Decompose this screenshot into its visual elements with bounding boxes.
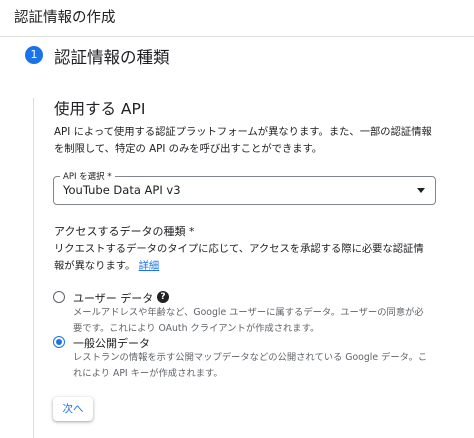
option-desc-public-data: レストランの情報を示す公開マップデータなどの公開されている Google データ… (73, 352, 428, 379)
api-section-description: API によって使用する認証プラットフォームが異なります。また、一部の認証情報 … (54, 126, 432, 155)
help-circle-icon[interactable]: ? (157, 291, 169, 303)
api-select-label: API を選択 * (60, 170, 115, 182)
api-select[interactable]: API を選択 * YouTube Data API v3 (53, 170, 436, 205)
page-title: 認証情報の作成 (14, 10, 116, 26)
learn-more-link[interactable]: 詳細 (139, 260, 160, 272)
dropdown-caret-icon (417, 188, 425, 193)
api-section-title: 使用する API (54, 100, 146, 118)
option-label-user-data: ユーザー データ (73, 292, 154, 305)
data-type-description: リクエストするデータのタイプに応じて、アクセスを承認する際に必要な認証情 報が異… (54, 243, 424, 272)
option-label-public-data: 一般公開データ (73, 337, 150, 350)
api-select-value: YouTube Data API v3 (63, 183, 181, 197)
data-type-title: アクセスするデータの種類 * (54, 225, 195, 238)
radio-user-data[interactable] (53, 291, 65, 303)
radio-public-data[interactable] (53, 336, 65, 348)
option-desc-user-data: メールアドレスや年齢など、Google ユーザーに属するデータ。ユーザーの同意が… (73, 307, 424, 334)
step-title: 認証情報の種類 (54, 48, 170, 67)
top-bar: 認証情報の作成 (0, 0, 474, 37)
step-connector-line (33, 98, 34, 438)
next-button[interactable]: 次へ (53, 397, 93, 421)
step-number-badge: 1 (25, 46, 43, 64)
